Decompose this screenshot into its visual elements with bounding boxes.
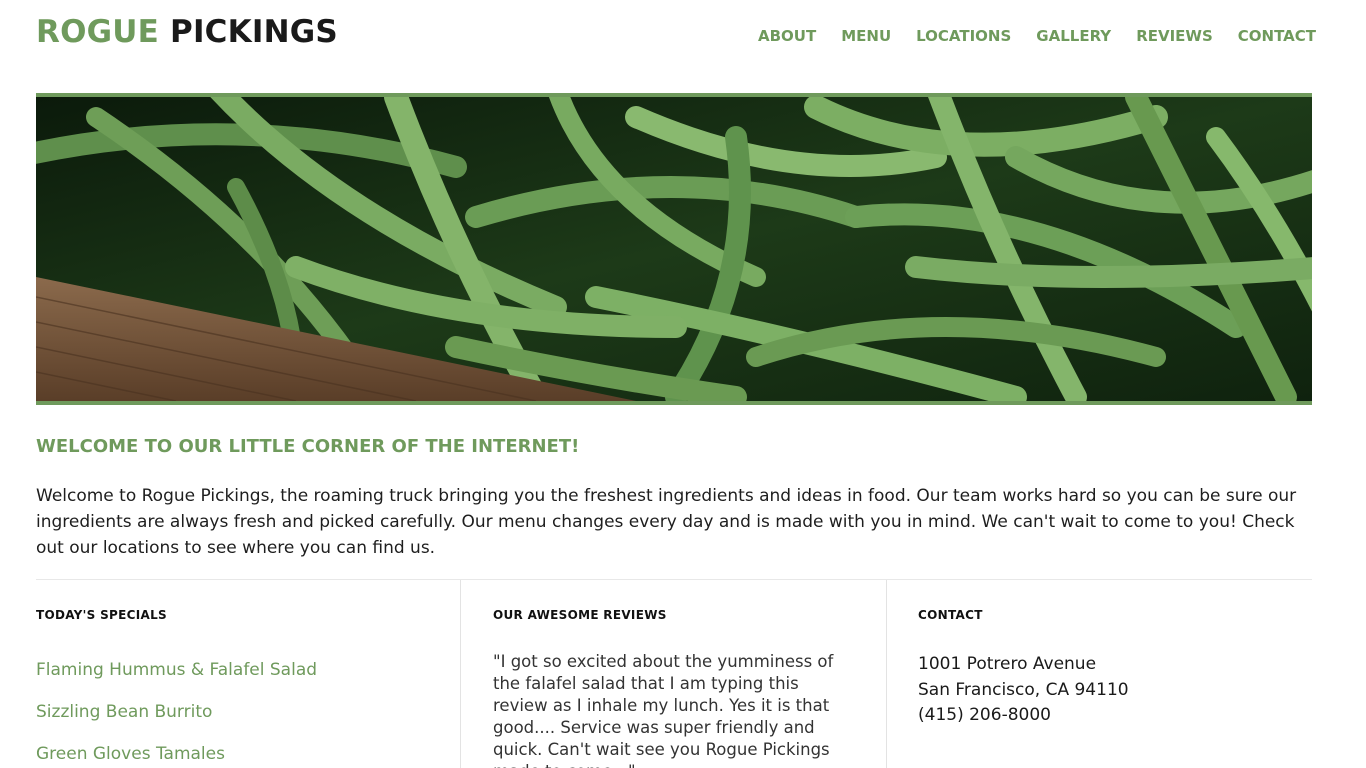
- column-divider-2: [886, 580, 887, 768]
- column-divider-1: [460, 580, 461, 768]
- brand-part-rogue: ROGUE: [36, 14, 160, 50]
- nav-gallery[interactable]: GALLERY: [1036, 27, 1111, 45]
- reviews-heading: OUR AWESOME REVIEWS: [493, 608, 667, 622]
- page: ROGUE PICKINGS ABOUT MENU LOCATIONS GALL…: [0, 0, 1366, 768]
- contact-address-line-2: San Francisco, CA 94110: [918, 679, 1129, 700]
- welcome-heading: WELCOME TO OUR LITTLE CORNER OF THE INTE…: [36, 436, 580, 457]
- main-nav: ABOUT MENU LOCATIONS GALLERY REVIEWS CON…: [758, 27, 1316, 45]
- welcome-paragraph: Welcome to Rogue Pickings, the roaming t…: [36, 486, 1297, 558]
- hero-image: [36, 93, 1312, 405]
- green-beans-illustration: [36, 97, 1312, 401]
- contact-phone[interactable]: (415) 206-8000: [918, 703, 1129, 729]
- contact-heading: CONTACT: [918, 608, 983, 622]
- contact-address-line-1: 1001 Potrero Avenue: [918, 654, 1097, 674]
- special-item-1[interactable]: Flaming Hummus & Falafel Salad: [36, 660, 317, 680]
- nav-locations[interactable]: LOCATIONS: [916, 27, 1011, 45]
- site-logo[interactable]: ROGUE PICKINGS: [36, 14, 338, 50]
- nav-reviews[interactable]: REVIEWS: [1136, 27, 1213, 45]
- brand-part-pickings: PICKINGS: [170, 14, 338, 50]
- special-item-3[interactable]: Green Gloves Tamales: [36, 744, 225, 764]
- nav-contact[interactable]: CONTACT: [1238, 27, 1316, 45]
- contact-details: 1001 Potrero Avenue San Francisco, CA 94…: [918, 652, 1129, 729]
- special-item-2[interactable]: Sizzling Bean Burrito: [36, 702, 212, 722]
- nav-menu[interactable]: MENU: [841, 27, 891, 45]
- section-divider: [36, 579, 1312, 580]
- nav-about[interactable]: ABOUT: [758, 27, 816, 45]
- review-quote: "I got so excited about the yumminess of…: [493, 652, 834, 768]
- specials-heading: TODAY'S SPECIALS: [36, 608, 167, 622]
